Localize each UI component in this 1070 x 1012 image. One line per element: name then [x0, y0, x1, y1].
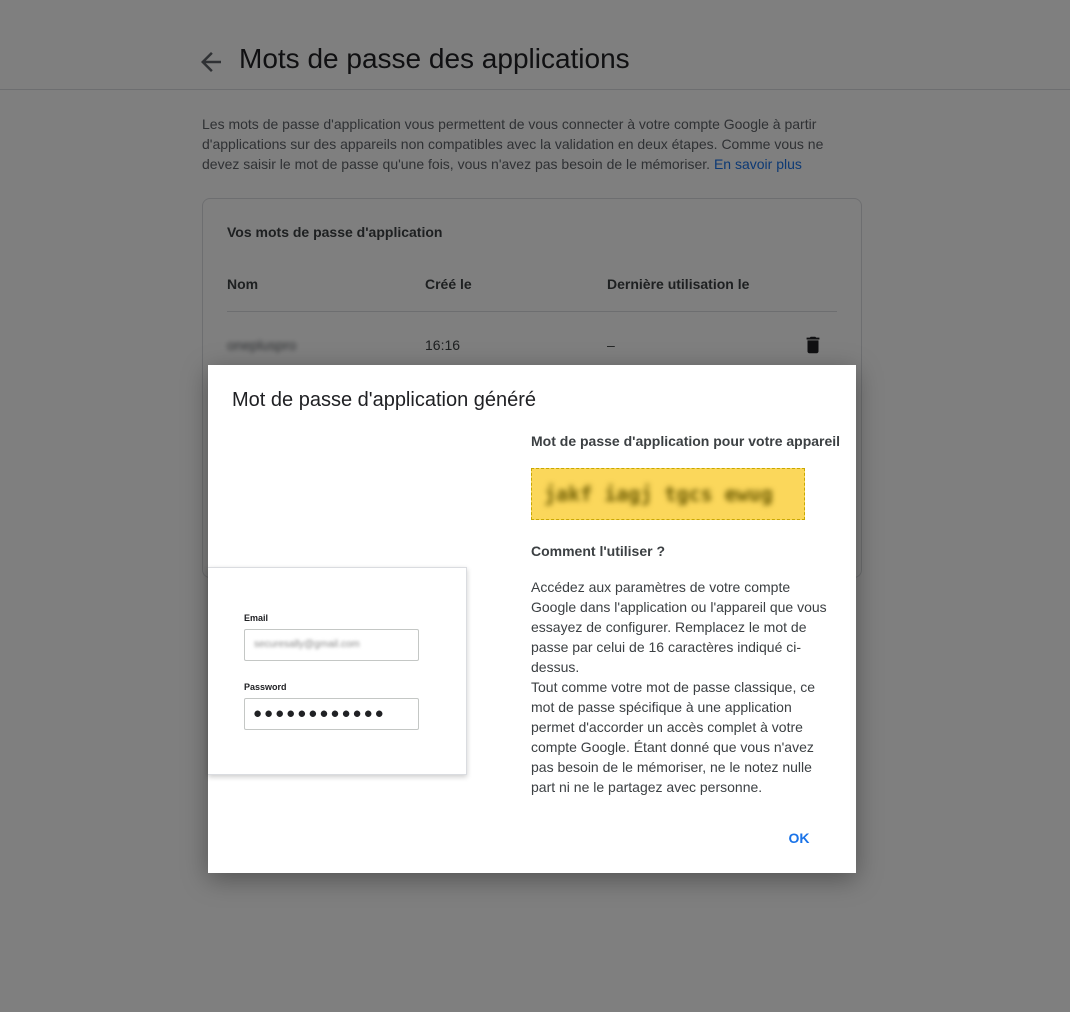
generated-password[interactable]: jakf iagj tgcs ewug [544, 482, 773, 506]
illustration-email-field: securesally@gmail.com [244, 629, 419, 661]
illustration-email-label: Email [244, 613, 269, 623]
illustration-password-field: ●●●●●●●●●●●● [244, 698, 419, 730]
how-to-use-heading: Comment l'utiliser ? [531, 543, 666, 559]
login-illustration: Email securesally@gmail.com Password ●●●… [208, 567, 467, 775]
how-to-use-paragraph-1: Accédez aux paramètres de votre compte G… [531, 579, 827, 675]
generated-password-box[interactable]: jakf iagj tgcs ewug [531, 468, 805, 520]
ok-button[interactable]: OK [776, 824, 822, 852]
illustration-password-value: ●●●●●●●●●●●● [253, 705, 386, 722]
password-info-panel: Mot de passe d'application pour votre ap… [531, 433, 841, 795]
illustration-email-value: securesally@gmail.com [254, 639, 360, 650]
how-to-use-paragraph-2: Tout comme votre mot de passe classique,… [531, 679, 816, 795]
illustration-password-label: Password [244, 682, 287, 692]
dialog-title: Mot de passe d'application généré [232, 389, 537, 411]
password-heading: Mot de passe d'application pour votre ap… [531, 433, 841, 449]
how-to-use-text: Accédez aux paramètres de votre compte G… [531, 577, 836, 797]
generated-password-dialog: Mot de passe d'application généré Email … [208, 365, 856, 873]
